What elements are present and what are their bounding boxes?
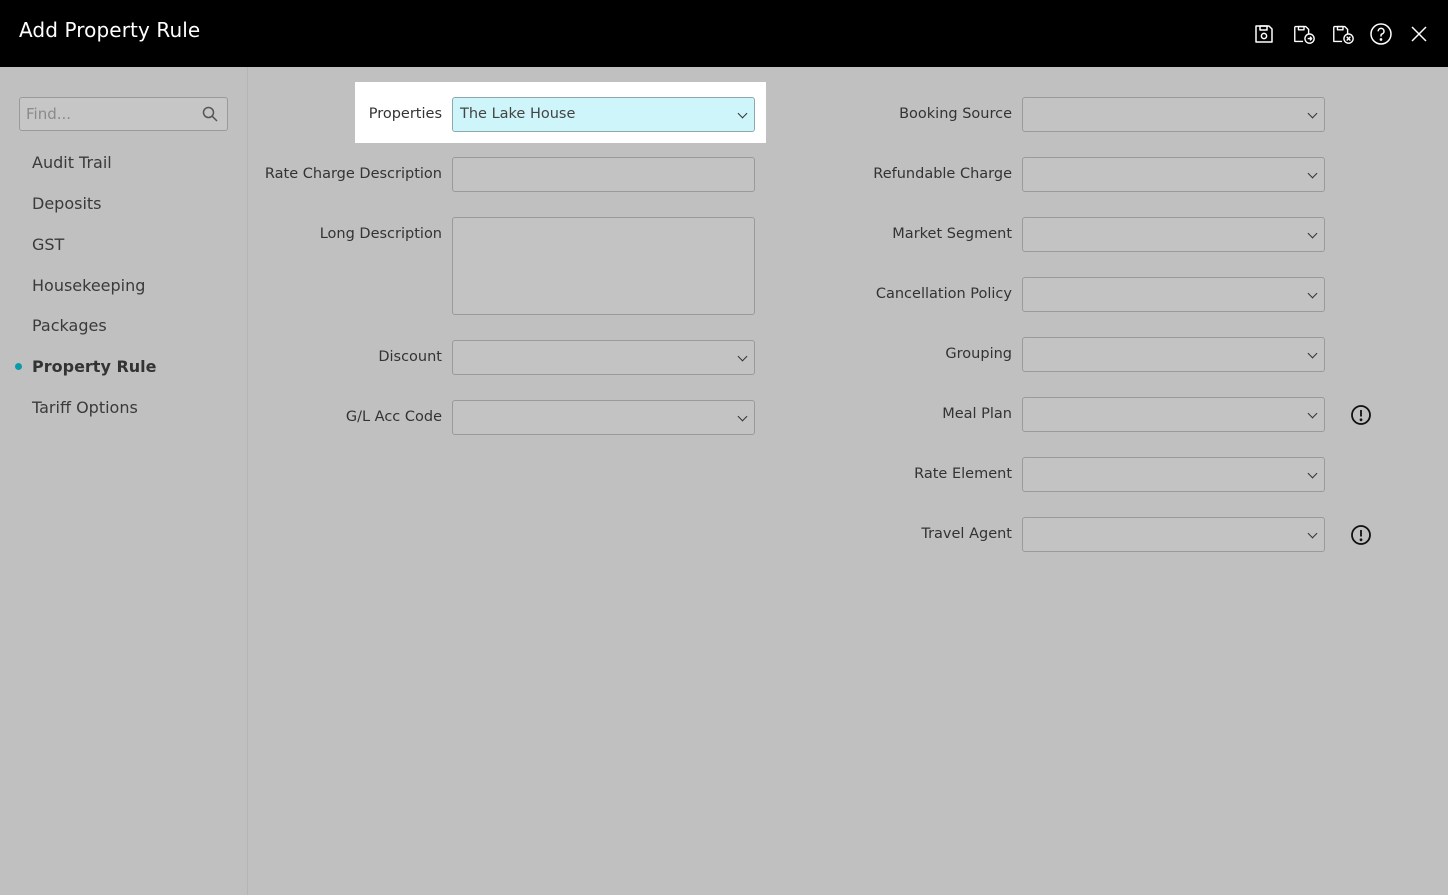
meal-plan-select[interactable] [1022,397,1325,432]
market-segment-select[interactable] [1022,217,1325,252]
search-icon[interactable] [202,106,218,122]
meal-plan-label: Meal Plan [942,406,1012,422]
save-and-new-icon[interactable] [1292,22,1318,46]
window-header: Add Property Rule [0,0,1448,67]
long-description-textarea[interactable] [452,217,755,315]
rate-charge-description-input[interactable] [452,157,755,192]
booking-source-label: Booking Source [899,106,1012,122]
rate-element-select[interactable] [1022,457,1325,492]
discount-select[interactable] [452,340,755,375]
sidebar-item-audit-trail[interactable]: Audit Trail [32,153,112,172]
properties-select[interactable]: The Lake House [452,97,755,132]
discount-label: Discount [378,349,442,365]
window-title: Add Property Rule [19,18,201,42]
sidebar-item-housekeeping[interactable]: Housekeeping [32,276,145,295]
meal-plan-info-icon[interactable] [1350,404,1372,426]
sidebar-item-deposits[interactable]: Deposits [32,194,102,213]
sidebar-item-gst[interactable]: GST [32,235,64,254]
grouping-label: Grouping [945,346,1012,362]
grouping-select[interactable] [1022,337,1325,372]
properties-label: Properties [368,106,442,122]
search-box [19,97,228,131]
active-indicator-dot [15,363,22,370]
gl-acc-code-label: G/L Acc Code [345,409,442,425]
help-icon[interactable] [1369,22,1393,46]
sidebar-item-property-rule[interactable]: Property Rule [32,357,157,376]
rate-charge-description-label: Rate Charge Description [264,166,442,182]
refundable-charge-label: Refundable Charge [873,166,1012,182]
sidebar-item-packages[interactable]: Packages [32,316,107,335]
save-icon[interactable] [1252,22,1276,46]
travel-agent-label: Travel Agent [921,526,1012,542]
long-description-label: Long Description [319,226,442,242]
close-icon[interactable] [1407,22,1431,46]
booking-source-select[interactable] [1022,97,1325,132]
properties-value: The Lake House [460,106,576,122]
sidebar-item-tariff-options[interactable]: Tariff Options [32,398,138,417]
cancellation-policy-select[interactable] [1022,277,1325,312]
market-segment-label: Market Segment [892,226,1012,242]
search-input[interactable] [20,98,190,130]
sidebar: Audit Trail Deposits GST Housekeeping Pa… [0,67,248,895]
refundable-charge-select[interactable] [1022,157,1325,192]
cancellation-policy-label: Cancellation Policy [875,286,1012,302]
gl-acc-code-select[interactable] [452,400,755,435]
travel-agent-info-icon[interactable] [1350,524,1372,546]
save-and-close-icon[interactable] [1331,22,1357,46]
rate-element-label: Rate Element [914,466,1012,482]
travel-agent-select[interactable] [1022,517,1325,552]
